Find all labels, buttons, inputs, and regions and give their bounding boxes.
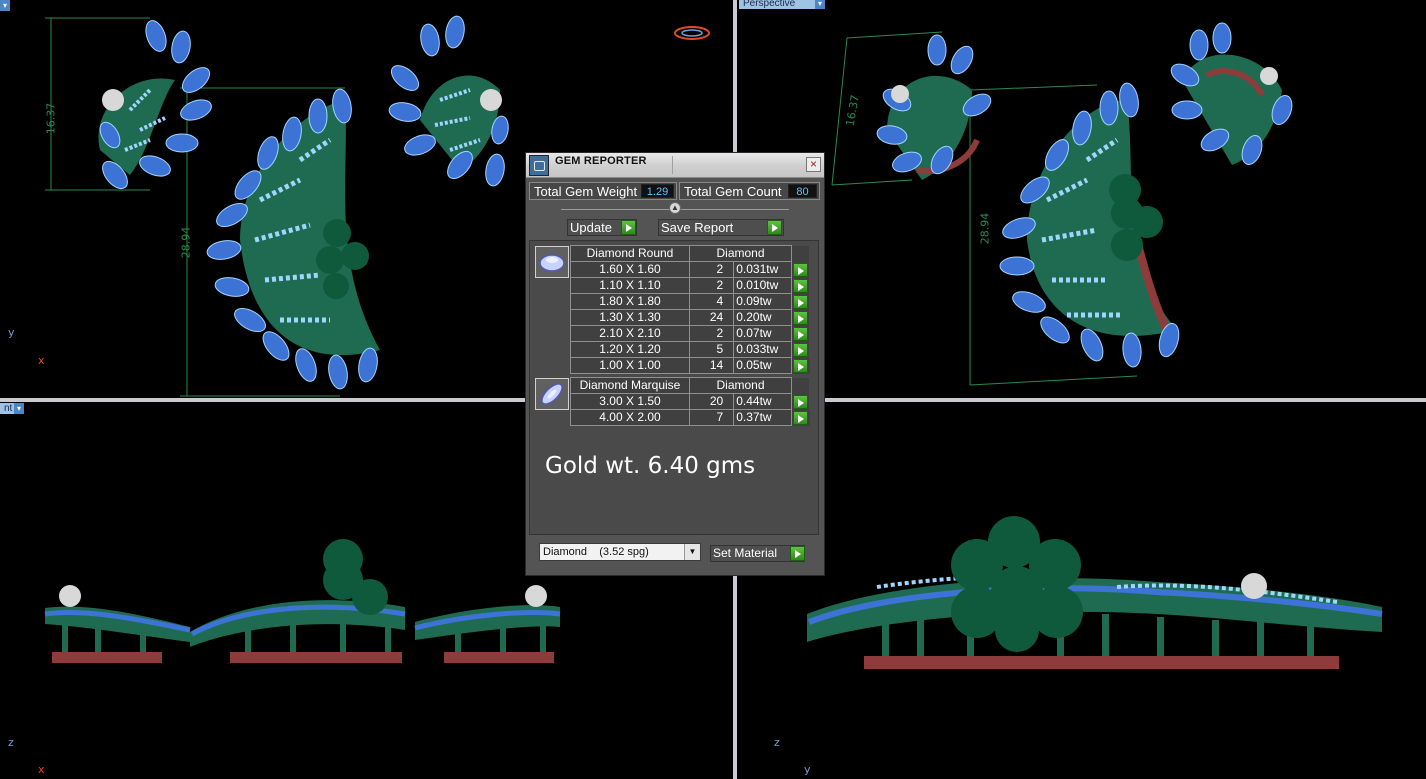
dialog-title: GEM REPORTER — [555, 155, 647, 167]
table-row[interactable]: 1.00 X 1.00 14 0.05tw — [570, 357, 810, 374]
table-row[interactable]: 1.80 X 1.80 4 0.09tw — [570, 293, 810, 310]
perspective-view-render — [831, 22, 1293, 386]
axis-label-y: y — [804, 763, 811, 776]
dimension-height-large: 28.94 — [179, 226, 193, 259]
save-report-go-icon[interactable] — [767, 220, 782, 235]
row-go-icon[interactable] — [793, 342, 808, 357]
round-diamond-icon — [535, 246, 569, 278]
marquise-diamond-icon — [535, 378, 569, 410]
gold-weight-note: Gold wt. 6.40 gms — [545, 453, 756, 479]
table-row[interactable]: 1.20 X 1.20 5 0.033tw — [570, 341, 810, 358]
round-shape-header: Diamond Round — [570, 245, 690, 262]
marquise-shape-header: Diamond Marquise — [570, 377, 690, 394]
set-material-label: Set Material — [713, 546, 778, 560]
viewport-menu-icon[interactable]: ▾ — [0, 0, 10, 11]
table-row[interactable]: 1.10 X 1.10 2 0.010tw — [570, 277, 810, 294]
total-gem-weight-label: Total Gem Weight — [534, 184, 638, 199]
row-go-icon[interactable] — [793, 410, 808, 425]
marquise-material-header: Diamond — [689, 377, 792, 394]
axis-label-z: z — [8, 736, 14, 749]
table-row[interactable]: 3.00 X 1.50 20 0.44tw — [570, 393, 810, 410]
save-report-label: Save Report — [661, 220, 734, 235]
side-view-render — [807, 516, 1383, 669]
titlebar-divider — [672, 156, 673, 174]
axis-label-y: y — [8, 326, 15, 339]
viewport-side[interactable]: z y — [737, 402, 1426, 779]
update-button-label: Update — [570, 220, 612, 235]
collapse-arrow-icon[interactable]: ▲ — [669, 202, 681, 214]
row-go-icon[interactable] — [793, 294, 808, 309]
total-gem-weight-value: 1.29 — [641, 184, 674, 198]
dimension-height-small: 16.37 — [44, 102, 58, 135]
view-cube-icon — [674, 26, 710, 40]
axis-label-z: z — [774, 736, 780, 749]
row-go-icon[interactable] — [793, 262, 808, 277]
row-go-icon[interactable] — [793, 394, 808, 409]
round-diamond-table: Diamond Round Diamond 1.60 X 1.60 2 0.031t… — [570, 245, 810, 374]
marquise-diamond-table: Diamond Marquise Diamond 3.00 X 1.50 20 0.… — [570, 377, 810, 426]
viewport-perspective[interactable]: Perspective ▾ 16.37 28.94 — [737, 0, 1426, 398]
table-row[interactable]: 4.00 X 2.00 7 0.37tw — [570, 409, 810, 426]
axis-label-x: x — [38, 763, 45, 776]
set-material-go-icon[interactable] — [790, 546, 805, 561]
table-row[interactable]: 1.30 X 1.30 24 0.20tw — [570, 309, 810, 326]
table-row[interactable]: 1.60 X 1.60 2 0.031tw — [570, 261, 810, 278]
row-go-icon[interactable] — [793, 278, 808, 293]
round-material-header: Diamond — [689, 245, 792, 262]
gem-reporter-dialog: GEM REPORTER × Total Gem Weight 1.29 Tot… — [525, 152, 825, 576]
row-go-icon[interactable] — [793, 326, 808, 341]
row-go-icon[interactable] — [793, 358, 808, 373]
total-gem-count-label: Total Gem Count — [684, 184, 782, 199]
close-icon[interactable]: × — [806, 157, 821, 172]
chevron-down-icon[interactable]: ▼ — [684, 544, 700, 560]
total-gem-count-value: 80 — [788, 184, 817, 198]
material-select-value: Diamond (3.52 spg) — [543, 546, 649, 558]
table-row[interactable]: 2.10 X 2.10 2 0.07tw — [570, 325, 810, 342]
dimension-height-large: 28.94 — [978, 212, 992, 245]
update-go-icon[interactable] — [621, 220, 636, 235]
row-go-icon[interactable] — [793, 310, 808, 325]
axis-label-x: x — [38, 354, 45, 367]
gem-reporter-icon — [529, 155, 549, 176]
dialog-titlebar[interactable]: GEM REPORTER × — [526, 153, 824, 178]
material-select[interactable]: Diamond (3.52 spg) ▼ — [539, 543, 701, 561]
